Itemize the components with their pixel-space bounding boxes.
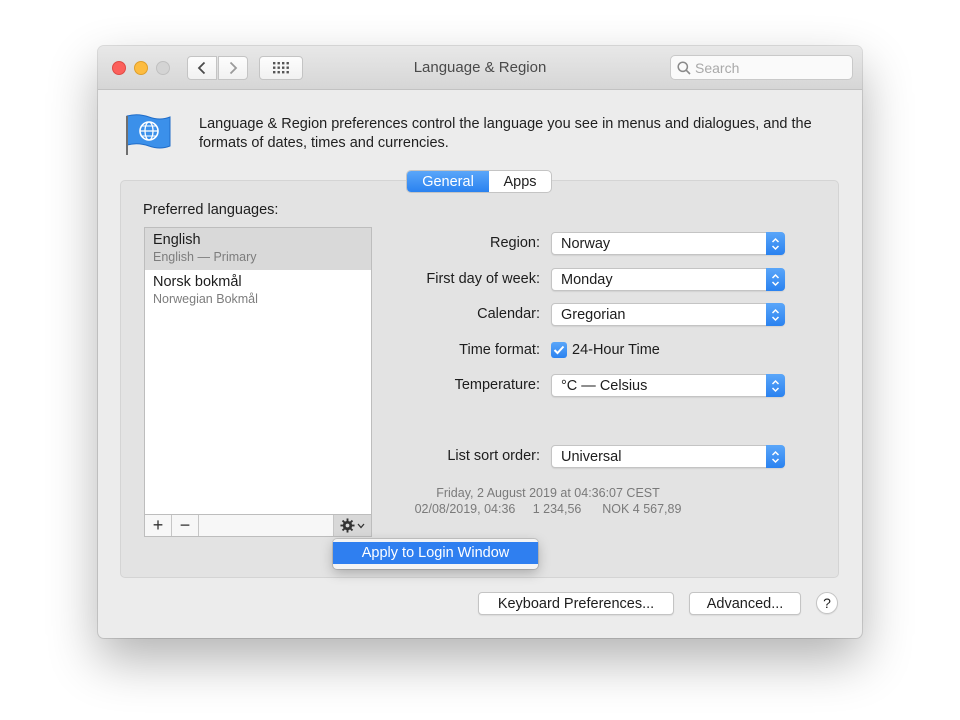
updown-arrows-icon [766,445,785,468]
sort-order-label: List sort order: [447,448,540,464]
tab-bar: General Apps [406,170,552,193]
first-day-popup[interactable]: Monday [551,268,785,291]
add-language-button[interactable]: + [145,515,172,536]
temperature-label: Temperature: [454,377,540,393]
language-list-toolbar: + − [144,514,372,537]
action-dropdown-menu: Apply to Login Window [333,539,538,569]
checkmark-icon [553,345,565,355]
24-hour-time-checkbox[interactable] [551,342,567,358]
sample-date-line: Friday, 2 August 2019 at 04:36:07 CEST [436,486,660,500]
search-field[interactable]: Search [670,55,853,80]
updown-arrows-icon [766,232,785,255]
24-hour-time-label[interactable]: 24-Hour Time [572,342,660,358]
chevron-down-icon [357,523,365,528]
title-bar: Language & Region Search [98,46,862,90]
language-name: English [153,232,201,248]
tab-general[interactable]: General [407,171,489,192]
search-placeholder: Search [695,59,740,76]
language-name: Norsk bokmål [153,274,242,290]
language-detail: English — Primary [153,250,257,264]
description-text: Language & Region preferences control th… [199,116,812,151]
action-menu-button[interactable] [333,515,371,536]
time-format-label: Time format: [459,342,540,358]
preferences-window: Language & Region Search Language & Regi… [98,46,862,638]
language-detail: Norwegian Bokmål [153,292,258,306]
region-label: Region: [490,235,540,251]
list-item[interactable]: Norsk bokmål Norwegian Bokmål [145,270,371,312]
sort-order-value: Universal [561,449,622,465]
language-list[interactable]: English English — Primary Norsk bokmål N… [144,227,372,537]
region-popup[interactable]: Norway [551,232,785,255]
updown-arrows-icon [766,374,785,397]
language-region-flag-icon [126,114,171,155]
first-day-label: First day of week: [426,271,540,287]
calendar-value: Gregorian [561,307,626,323]
temperature-value: °C — Celsius [561,378,648,394]
calendar-label: Calendar: [477,306,540,322]
updown-arrows-icon [766,268,785,291]
first-day-value: Monday [561,272,613,288]
sample-numbers-line: 02/08/2019, 04:36 1 234,56 NOK 4 567,89 [414,502,682,516]
remove-language-button[interactable]: − [172,515,199,536]
keyboard-preferences-button[interactable]: Keyboard Preferences... [478,592,674,615]
list-item[interactable]: English English — Primary [145,228,371,270]
preferred-languages-label: Preferred languages: [143,202,279,218]
tab-apps[interactable]: Apps [489,171,551,192]
updown-arrows-icon [766,303,785,326]
gear-icon [340,518,355,533]
temperature-popup[interactable]: °C — Celsius [551,374,785,397]
sort-order-popup[interactable]: Universal [551,445,785,468]
region-value: Norway [561,236,611,252]
advanced-button[interactable]: Advanced... [689,592,801,615]
apply-to-login-window-item[interactable]: Apply to Login Window [333,542,538,564]
calendar-popup[interactable]: Gregorian [551,303,785,326]
help-button[interactable]: ? [816,592,838,614]
search-icon [677,60,691,75]
